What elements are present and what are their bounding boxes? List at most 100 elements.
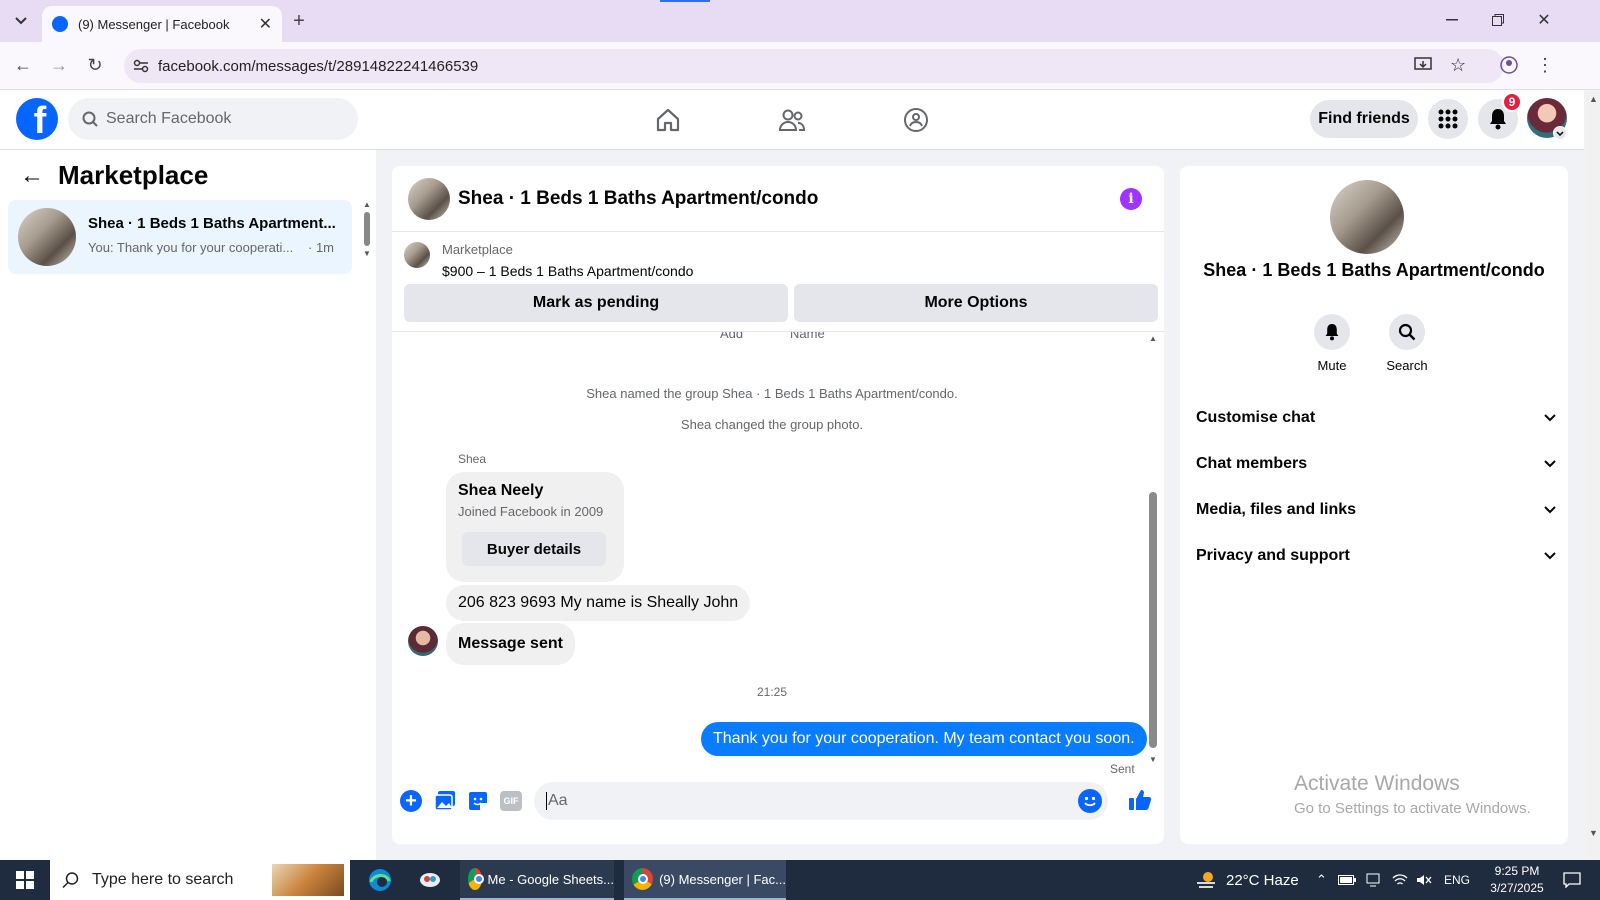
account-chevron-icon[interactable] [1553, 126, 1567, 140]
url-text: facebook.com/messages/t/2891482224146653… [158, 57, 479, 75]
message-sent-bubble[interactable]: Message sent [446, 623, 575, 665]
menu-grid-icon[interactable] [1428, 99, 1468, 139]
conversation-avatar[interactable] [408, 178, 450, 220]
browser-tab[interactable]: (9) Messenger | Facebook ✕ [42, 6, 282, 42]
search-label: Search [1386, 358, 1428, 373]
taskbar-app-google-sheets[interactable]: Me - Google Sheets... [460, 860, 614, 900]
media-files-links-section[interactable]: Media, files and links [1196, 494, 1556, 526]
language-indicator[interactable]: ENG [1444, 860, 1470, 900]
photo-icon[interactable] [434, 790, 456, 812]
mark-as-pending-button[interactable]: Mark as pending [404, 284, 788, 322]
buyer-details-button[interactable]: Buyer details [462, 532, 606, 566]
sender-avatar[interactable] [408, 626, 438, 656]
tray-chevron-up-icon[interactable]: ⌃ [1316, 860, 1327, 900]
facebook-search-input[interactable]: Search Facebook [68, 98, 358, 140]
install-app-icon[interactable] [1414, 57, 1432, 73]
scroll-indicator [660, 0, 710, 2]
search-icon [62, 871, 80, 889]
minimize-icon[interactable] [1440, 8, 1464, 32]
chat-list-scrollbar[interactable]: ▲ ▼ [362, 200, 372, 270]
cut-label-add: Add [720, 332, 744, 341]
sticker-icon[interactable] [467, 790, 489, 812]
back-arrow-icon[interactable]: ← [20, 162, 44, 190]
find-friends-button[interactable]: Find friends [1310, 100, 1418, 138]
forward-icon[interactable]: → [46, 52, 72, 78]
notification-center-icon[interactable] [1560, 860, 1584, 900]
chrome-icon [632, 868, 654, 890]
clock[interactable]: 9:25 PM 3/27/2025 [1472, 863, 1562, 897]
reload-icon[interactable]: ↻ [82, 52, 108, 78]
home-icon[interactable] [648, 100, 688, 140]
message-scrollbar[interactable]: ▲ ▼ [1148, 334, 1158, 764]
customise-chat-section[interactable]: Customise chat [1196, 402, 1556, 434]
section-label: Media, files and links [1196, 501, 1357, 518]
restore-icon[interactable] [1486, 8, 1510, 32]
site-settings-icon[interactable] [124, 59, 158, 73]
more-options-button[interactable]: More Options [794, 284, 1158, 322]
taskbar-app-label: (9) Messenger | Fac... [659, 871, 786, 887]
activate-windows-title: Activate Windows [1294, 772, 1460, 795]
search-conversation-icon[interactable] [1389, 314, 1425, 350]
taskbar-app-messenger[interactable]: (9) Messenger | Fac... [624, 860, 786, 900]
profile-icon[interactable] [1496, 52, 1522, 78]
search-icon [82, 111, 98, 127]
listing-detail[interactable]: $900 – 1 Beds 1 Baths Apartment/condo [442, 263, 693, 279]
close-tab-icon[interactable]: ✕ [259, 14, 272, 34]
taskbar-search-input[interactable]: Type here to search [50, 860, 350, 900]
chat-members-section[interactable]: Chat members [1196, 448, 1556, 480]
marketplace-chat-list: ← Marketplace Shea · 1 Beds 1 Baths Apar… [0, 150, 376, 860]
message-status: Sent [1110, 762, 1135, 776]
weather-icon[interactable] [1194, 860, 1218, 900]
device-icon[interactable] [1366, 860, 1380, 900]
cut-label-name: Name [790, 332, 825, 341]
browser-tab-bar: (9) Messenger | Facebook ✕ + ✕ [0, 0, 1600, 42]
chevron-down-icon [1544, 552, 1556, 560]
message-input-placeholder: Aa [548, 792, 568, 809]
close-window-icon[interactable]: ✕ [1532, 8, 1556, 32]
conversation-info-icon[interactable]: i [1120, 188, 1142, 210]
facebook-logo-icon[interactable]: f [16, 98, 58, 140]
tab-list-icon[interactable] [8, 8, 34, 34]
mute-bell-icon[interactable] [1314, 314, 1350, 350]
friends-icon[interactable] [772, 100, 812, 140]
browser-menu-icon[interactable]: ⋮ [1532, 52, 1558, 78]
panel-title: Marketplace [58, 160, 209, 190]
app-icon[interactable] [414, 860, 446, 900]
back-icon[interactable]: ← [10, 52, 36, 78]
section-label: Chat members [1196, 455, 1308, 472]
edge-icon[interactable] [364, 860, 396, 900]
details-avatar[interactable] [1330, 180, 1404, 254]
facebook-favicon-icon [52, 16, 68, 32]
volume-muted-icon[interactable] [1416, 860, 1432, 900]
tab-title: (9) Messenger | Facebook [78, 16, 230, 32]
battery-icon[interactable] [1338, 860, 1356, 900]
taskbar-app-label: Me - Google Sheets... [487, 871, 614, 887]
chat-thumbnail [18, 208, 76, 266]
chevron-down-icon [1544, 460, 1556, 468]
gif-icon[interactable]: GIF [500, 791, 522, 811]
chat-list-item[interactable]: Shea · 1 Beds 1 Baths Apartment... You: … [8, 200, 352, 274]
add-attachment-icon[interactable]: + [400, 790, 422, 812]
sender-label: Shea [458, 452, 487, 466]
windows-start-icon[interactable] [12, 860, 38, 900]
privacy-support-section[interactable]: Privacy and support [1196, 540, 1556, 572]
emoji-icon[interactable] [1078, 789, 1102, 813]
windows-taskbar: Type here to search Me - Google Sheets..… [0, 860, 1600, 900]
composer: + GIF Aa [392, 778, 1164, 830]
groups-icon[interactable] [896, 100, 936, 140]
chrome-icon [468, 868, 484, 890]
conversation-title[interactable]: Shea · 1 Beds 1 Baths Apartment/condo [458, 188, 818, 210]
new-tab-icon[interactable]: + [286, 8, 312, 34]
incoming-message[interactable]: 206 823 9693 My name is Sheally John [446, 585, 751, 621]
search-placeholder: Search Facebook [106, 110, 232, 127]
like-thumbs-up-icon[interactable] [1128, 788, 1152, 812]
wifi-icon[interactable] [1392, 860, 1408, 900]
conversation-panel: Shea · 1 Beds 1 Baths Apartment/condo i … [392, 166, 1164, 844]
outgoing-message[interactable]: Thank you for your cooperation. My team … [701, 722, 1147, 756]
url-bar[interactable]: facebook.com/messages/t/2891482224146653… [124, 49, 1504, 83]
bookmark-star-icon[interactable]: ☆ [1450, 55, 1466, 76]
message-input[interactable]: Aa [534, 782, 1108, 820]
page-scrollbar[interactable]: ▲ ▼ [1586, 90, 1600, 860]
weather-text[interactable]: 22°C Haze [1226, 860, 1299, 900]
listing-banner: Marketplace $900 – 1 Beds 1 Baths Apartm… [392, 232, 1164, 332]
